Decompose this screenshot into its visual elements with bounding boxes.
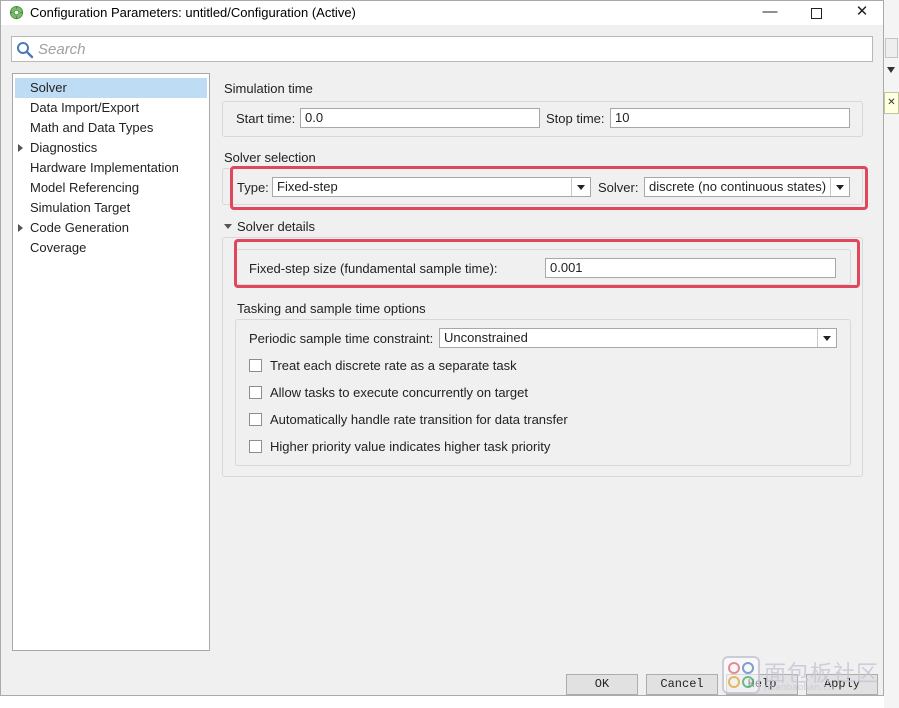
maximize-button[interactable] [793, 1, 839, 25]
periodic-constraint-label: Periodic sample time constraint: [249, 331, 434, 346]
tasking-title: Tasking and sample time options [237, 301, 426, 316]
tree-item-label: Diagnostics [30, 140, 98, 155]
tree-item-code-generation[interactable]: Code Generation [13, 218, 209, 238]
tree-item-label: Solver [30, 80, 67, 95]
start-time-label: Start time: [236, 111, 296, 126]
tree-item-label: Coverage [30, 240, 87, 255]
search-icon [17, 42, 34, 59]
close-icon: ✕ [855, 3, 869, 20]
configuration-dialog: Configuration Parameters: untitled/Confi… [0, 0, 884, 696]
search-input[interactable] [38, 38, 858, 60]
title-bar: Configuration Parameters: untitled/Confi… [1, 1, 883, 25]
minimize-button[interactable]: — [747, 1, 793, 25]
stop-time-field[interactable]: 10 [610, 108, 850, 128]
chevron-down-icon [887, 67, 895, 73]
expand-arrow-icon[interactable] [18, 144, 23, 152]
keyboard-icon [885, 38, 898, 58]
tree-item-simulation-target[interactable]: Simulation Target [13, 198, 209, 218]
tree-item-label: Code Generation [30, 220, 130, 235]
checkbox-label: Higher priority value indicates higher t… [270, 439, 551, 454]
tree-item-math-and-data-types[interactable]: Math and Data Types [13, 118, 209, 138]
watermark-logo [722, 656, 760, 694]
checkbox-rate-transition[interactable] [249, 413, 262, 426]
checkbox-label: Allow tasks to execute concurrently on t… [270, 385, 528, 400]
tree-item-diagnostics[interactable]: Diagnostics [13, 138, 209, 158]
close-icon: ✕ [884, 92, 899, 114]
checkbox-concurrent-tasks[interactable] [249, 386, 262, 399]
periodic-constraint-dropdown[interactable]: Unconstrained [439, 328, 837, 348]
tree-item-coverage[interactable]: Coverage [13, 238, 209, 258]
window-title: Configuration Parameters: untitled/Confi… [30, 5, 356, 20]
tree-item-label: Data Import/Export [30, 100, 140, 115]
solver-selection-title: Solver selection [224, 150, 316, 165]
close-button[interactable]: ✕ [839, 1, 885, 25]
highlight-box-fixed-step [234, 239, 860, 288]
ok-button[interactable]: OK [566, 674, 638, 695]
tree-item-label: Hardware Implementation [30, 160, 179, 175]
watermark: 面包板社区 mianbaoban.cn [722, 656, 892, 696]
start-time-field[interactable]: 0.0 [300, 108, 540, 128]
tree-item-label: Model Referencing [30, 180, 140, 195]
cancel-button[interactable]: Cancel [646, 674, 718, 695]
category-tree: Solver Data Import/Export Math and Data … [12, 73, 210, 651]
periodic-constraint-value: Unconstrained [444, 330, 528, 345]
tree-item-data-import-export[interactable]: Data Import/Export [13, 98, 209, 118]
tree-item-model-referencing[interactable]: Model Referencing [13, 178, 209, 198]
highlight-box-solver-selection [230, 166, 868, 210]
expand-arrow-icon[interactable] [18, 224, 23, 232]
matlab-app-icon [9, 5, 24, 20]
tree-item-label: Simulation Target [30, 200, 131, 215]
stop-time-label: Stop time: [546, 111, 605, 126]
minimize-icon: — [762, 3, 778, 20]
checkbox-priority[interactable] [249, 440, 262, 453]
checkbox-label: Automatically handle rate transition for… [270, 412, 568, 427]
search-box [11, 36, 873, 62]
watermark-subtext: mianbaoban.cn [764, 683, 834, 693]
solver-details-title: Solver details [237, 219, 316, 234]
chevron-down-icon[interactable] [817, 329, 836, 347]
watermark-logo-graphic [728, 662, 754, 688]
checkbox-label: Treat each discrete rate as a separate t… [270, 358, 517, 373]
tree-item-solver[interactable]: Solver [15, 78, 207, 98]
tree-item-label: Math and Data Types [30, 120, 154, 135]
tree-item-hardware-implementation[interactable]: Hardware Implementation [13, 158, 209, 178]
checkbox-separate-task[interactable] [249, 359, 262, 372]
maximize-icon [810, 8, 822, 19]
collapse-arrow-icon [224, 224, 232, 229]
simulation-time-title: Simulation time [224, 81, 313, 96]
